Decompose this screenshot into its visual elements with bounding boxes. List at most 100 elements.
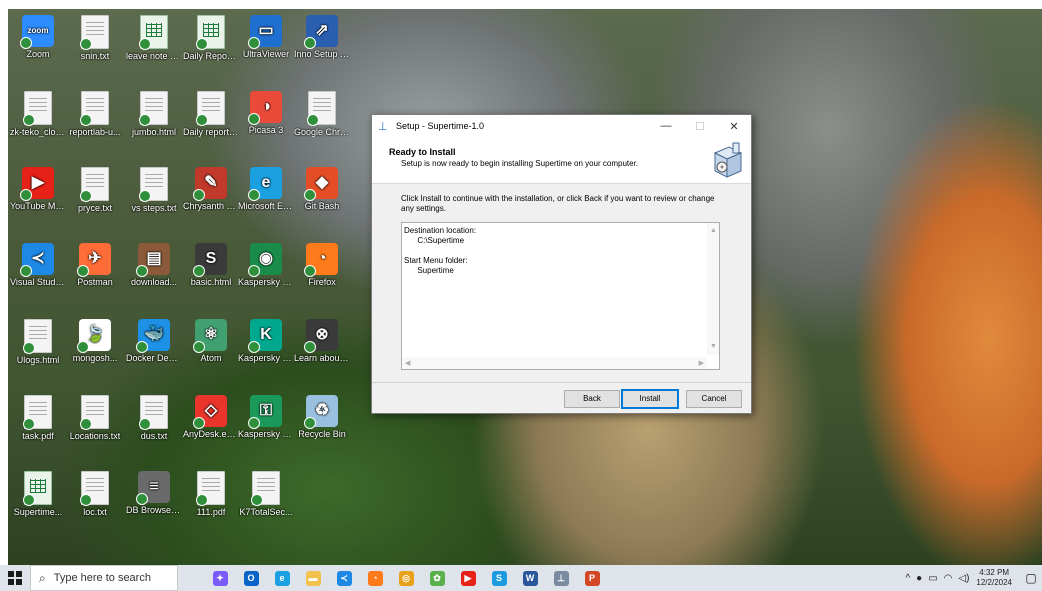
desktop-icon-youtube-music[interactable]: ▶ YouTube Music [10, 167, 66, 211]
taskbar-vscode-button[interactable]: ≺ [331, 565, 357, 591]
desktop-icon-google-chrome[interactable]: Google Chrome [294, 91, 350, 137]
notification-icon[interactable]: ▢ [1020, 571, 1042, 585]
setup-icon: ⊥ [553, 570, 569, 586]
volume-icon[interactable]: ◁) [958, 573, 969, 584]
desktop-icon-microsoft-edge[interactable]: e Microsoft Edge [238, 167, 294, 211]
desktop-icon-git-bash[interactable]: ◆ Git Bash [294, 167, 350, 211]
desktop-icon-label: Microsoft Edge [238, 201, 294, 211]
chevron-up-icon[interactable]: ^ [905, 573, 910, 584]
desktop-icon-db-browser-sqlite[interactable]: ≡DB Browser (SQLite) [126, 471, 182, 515]
install-button[interactable]: Install [621, 389, 679, 409]
desktop-icon-kaspersky-vpn[interactable]: ◉Kaspersky VPN [238, 243, 294, 287]
desktop-icon-chrysanth-cheque-w[interactable]: ✎Chrysanth Cheque W... [183, 167, 239, 211]
edge-icon: e [274, 570, 290, 586]
taskbar-copilot-button[interactable]: ✦ [207, 565, 233, 591]
desktop-icon-label: Kaspersky Passwor... [238, 429, 294, 439]
desktop-icon-inno-setup-compiler[interactable]: ⇗Inno Setup Compiler [294, 15, 350, 59]
taskbar-chrome-button[interactable]: ◎ [393, 565, 419, 591]
desktop-icon-recycle-bin[interactable]: ♻ Recycle Bin [294, 395, 350, 439]
desktop-icon-zk-teko-clo-attendance[interactable]: zk-teko_clo... attendance... [10, 91, 66, 137]
scroll-down-icon[interactable]: ▼ [710, 342, 717, 352]
minimize-button[interactable]: — [649, 120, 683, 132]
scroll-right-icon[interactable]: ▶ [699, 359, 704, 369]
desktop-icon-k7totalsec[interactable]: K7TotalSec... [238, 471, 294, 517]
desktop-icon-label: Google Chrome [294, 127, 350, 137]
doc-icon [23, 319, 52, 354]
desktop-icon-daily-reports-faraz-xlsx[interactable]: Daily Reports Faraz.xlsx [183, 15, 239, 61]
taskbar-clock[interactable]: 4:32 PM 12/2/2024 [976, 568, 1012, 588]
desktop-icon-basic-html[interactable]: Sbasic.html [183, 243, 239, 287]
desktop-icon-leave-note-supertime[interactable]: leave note supertime... [126, 15, 182, 61]
system-tray: ^ ● ▭ ◠ ◁) 4:32 PM 12/2/2024 ▢ [902, 565, 1042, 591]
summary-text: Destination location: C:\Supertime Start… [404, 226, 477, 275]
desktop-icon-label: download... [130, 277, 178, 287]
chrome-icon: ◎ [398, 570, 414, 586]
taskbar-setup-button[interactable]: ⊥ [548, 565, 574, 591]
app-icon: ⚿ [248, 395, 282, 429]
summary-memo[interactable]: Destination location: C:\Supertime Start… [401, 222, 720, 370]
desktop-icon-mongosh[interactable]: 🍃 mongosh... [67, 319, 123, 363]
desktop-icon-vs-steps-txt[interactable]: vs steps.txt [126, 167, 182, 213]
desktop-icon-pryce-txt[interactable]: pryce.txt [67, 167, 123, 213]
start-button[interactable] [0, 565, 30, 591]
desktop-icon-111-pdf[interactable]: 111.pdf [183, 471, 239, 517]
page-subheading: Setup is now ready to begin installing S… [401, 159, 639, 168]
powerpoint-icon: P [584, 570, 600, 586]
desktop-icon-download[interactable]: ▤ download... [126, 243, 182, 287]
taskbar-file-explorer-button[interactable]: ▬ [300, 565, 326, 591]
desktop-icon-docker-desktop[interactable]: 🐳Docker Desktop [126, 319, 182, 363]
doc-icon [23, 91, 52, 126]
desktop-icon-supertime[interactable]: Supertime... [10, 471, 66, 517]
desktop-icon-atom[interactable]: ⚛ Atom [183, 319, 239, 363]
taskbar-word-button[interactable]: W [517, 565, 543, 591]
desktop-icon-anydesk-exe-shortcut[interactable]: ◇AnyDesk.exe - Shortcut [183, 395, 239, 439]
scroll-left-icon[interactable]: ◀ [405, 359, 410, 369]
battery-icon[interactable]: ▭ [928, 573, 937, 584]
wizard-body: Click Install to continue with the insta… [372, 184, 751, 394]
desktop-icon-label: Atom [200, 353, 222, 363]
horizontal-scrollbar[interactable]: ◀ ▶ [402, 357, 707, 369]
desktop-icon-loc-txt[interactable]: loc.txt [67, 471, 123, 517]
desktop-icon-kaspersky-passwor[interactable]: ⚿Kaspersky Passwor... [238, 395, 294, 439]
taskbar-search-box[interactable]: ⌕ Type here to search [30, 565, 178, 591]
maximize-button: ☐ [695, 120, 705, 133]
desktop-icon-jumbo-html[interactable]: jumbo.html [126, 91, 182, 137]
desktop-icon-dus-txt[interactable]: dus.txt [126, 395, 182, 441]
desktop-icon-ulogs-html[interactable]: Ulogs.html [10, 319, 66, 365]
desktop-icon-learn-about-this-picture[interactable]: ⊗Learn about this picture [294, 319, 350, 363]
desktop-icon-firefox[interactable]: ◔ Firefox [294, 243, 350, 287]
close-button[interactable]: ✕ [717, 120, 751, 133]
desktop-icon-kaspersky-small-offi[interactable]: KKaspersky Small Offi... [238, 319, 294, 363]
desktop-icon-snin-txt[interactable]: snin.txt [67, 15, 123, 61]
sync-status-icon [23, 342, 35, 354]
app-icon: S [193, 243, 227, 277]
desktop-icon-daily-report-faraz-ahm[interactable]: Daily report - Faraz Ahm... [183, 91, 239, 137]
desktop-icon-zoom[interactable]: zoom Zoom [10, 15, 66, 59]
desktop-icon-label: basic.html [190, 277, 232, 287]
desktop-icon-reportlab-u[interactable]: reportlab-u... [67, 91, 123, 137]
desktop-icon-label: DB Browser (SQLite) [126, 505, 182, 515]
taskbar-edge-button[interactable]: e [269, 565, 295, 591]
desktop-icon-locations-txt[interactable]: Locations.txt [67, 395, 123, 441]
taskbar-firefox-button[interactable]: ◔ [362, 565, 388, 591]
taskbar-outlook-button[interactable]: O [238, 565, 264, 591]
desktop-icon-picasa-3[interactable]: ◑ Picasa 3 [238, 91, 294, 135]
wifi-icon[interactable]: ◠ [944, 573, 953, 584]
taskbar-powerpoint-button[interactable]: P [579, 565, 605, 591]
desktop-icon-ultraviewer[interactable]: ▭ UltraViewer [238, 15, 294, 59]
taskbar-youtube-music-button[interactable]: ▶ [455, 565, 481, 591]
dialog-titlebar[interactable]: ⊥ Setup - Supertime-1.0 — ☐ ✕ [372, 115, 751, 137]
taskbar-photos-button[interactable]: ✿ [424, 565, 450, 591]
scroll-up-icon[interactable]: ▲ [710, 226, 717, 236]
desktop-icon-postman[interactable]: ✈ Postman [67, 243, 123, 287]
desktop-icon-task-pdf[interactable]: task.pdf [10, 395, 66, 441]
back-button[interactable]: Back [564, 390, 620, 408]
tray-app-icon[interactable]: ● [916, 573, 922, 584]
vscode-icon: ≺ [336, 570, 352, 586]
sync-status-icon [304, 417, 316, 429]
taskbar-skype-button[interactable]: S [486, 565, 512, 591]
cancel-button[interactable]: Cancel [686, 390, 742, 408]
desktop-icon-visual-studio-code[interactable]: ≺Visual Studio Code [10, 243, 66, 287]
sync-status-icon [196, 114, 208, 126]
vertical-scrollbar[interactable]: ▲ ▼ [707, 223, 719, 355]
